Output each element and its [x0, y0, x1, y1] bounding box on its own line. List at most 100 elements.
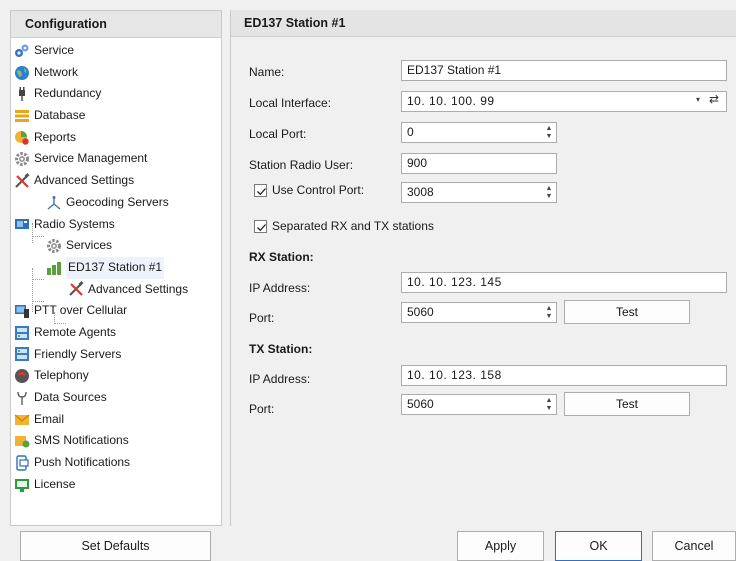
tree-item-redundancy[interactable]: Redundancy — [11, 83, 221, 105]
tx-port-value: 5060 — [407, 397, 434, 411]
tree-item-service[interactable]: Service — [11, 40, 221, 62]
rx-ip-field[interactable]: 10. 10. 123. 145 — [401, 272, 727, 293]
tree-item-network[interactable]: Network — [11, 62, 221, 84]
tree-item-label: Redundancy — [34, 86, 102, 101]
name-field[interactable]: ED137 Station #1 — [401, 60, 727, 81]
tree-item-services[interactable]: Services — [11, 235, 221, 257]
tree-item-label: Service — [34, 43, 75, 57]
tree-item-station-advanced-settings[interactable]: Advanced Settings — [11, 279, 221, 301]
rx-ip-label: IP Address: — [249, 281, 311, 295]
tree-item-label: Database — [34, 108, 86, 123]
email-icon — [14, 412, 30, 428]
tree-item-sms-notifications[interactable]: SMS Notifications — [11, 430, 221, 452]
tree-item-reports[interactable]: Reports — [11, 127, 221, 149]
remote-agents-icon — [14, 325, 30, 341]
telephony-icon — [14, 368, 30, 384]
station-radio-user-label: Station Radio User: — [249, 158, 354, 172]
tree-item-friendly-servers[interactable]: Friendly Servers — [11, 344, 221, 366]
chevron-down-icon[interactable]: ▾ — [696, 95, 700, 104]
tree-item-label: Services — [66, 238, 113, 253]
license-icon — [14, 477, 30, 493]
friendly-servers-icon — [14, 346, 30, 362]
tree-item-label: License — [34, 476, 76, 491]
station-radio-user-field[interactable]: 900 — [401, 153, 557, 174]
control-port-stepper[interactable]: 3008 ▲ ▼ — [401, 182, 557, 203]
spinner-icon[interactable]: ▲ ▼ — [544, 305, 554, 320]
tree-item-label: Geocoding Servers — [66, 194, 169, 209]
tree-item-label: Telephony — [34, 368, 89, 383]
use-control-port-checkbox[interactable] — [254, 184, 267, 197]
service-gears-icon — [14, 43, 30, 59]
station-header: ED137 Station #1 — [231, 10, 736, 37]
geocoding-servers-icon — [46, 195, 62, 211]
tx-port-label: Port: — [249, 402, 275, 416]
tree-item-label: Advanced Settings — [88, 281, 189, 296]
local-interface-label: Local Interface: — [249, 96, 332, 110]
advanced-settings-tools-icon — [14, 172, 30, 189]
tree-item-ed137-station[interactable]: ED137 Station #1 — [11, 256, 221, 279]
rx-test-button[interactable]: Test — [564, 300, 690, 324]
tree-item-label: Data Sources — [34, 390, 107, 404]
reports-icon — [14, 130, 30, 146]
tree-item-label: ED137 Station #1 — [66, 256, 165, 279]
configuration-panel: Configuration Service Network Redundancy — [10, 10, 222, 526]
tree-item-label: Reports — [34, 129, 77, 144]
radio-systems-icon — [14, 216, 30, 232]
tree-item-push-notifications[interactable]: Push Notifications — [11, 452, 221, 474]
tree-item-database[interactable]: Database — [11, 105, 221, 127]
tree-item-data-sources[interactable]: Data Sources — [11, 387, 221, 409]
local-port-stepper[interactable]: 0 ▲ ▼ — [401, 122, 557, 143]
local-interface-select[interactable]: 10. 10. 100. 99 — [401, 91, 727, 112]
tree-item-email[interactable]: Email — [11, 409, 221, 431]
configuration-tree: Service Network Redundancy Database Repo… — [11, 38, 221, 495]
configuration-header: Configuration — [11, 11, 221, 38]
tree-item-label: SMS Notifications — [34, 433, 129, 448]
tree-item-label: Email — [34, 411, 65, 426]
tree-item-remote-agents[interactable]: Remote Agents — [11, 322, 221, 344]
tree-item-service-management[interactable]: Service Management — [11, 148, 221, 170]
tree-item-label: Network — [34, 64, 79, 79]
spinner-icon[interactable]: ▲ ▼ — [544, 125, 554, 140]
rx-station-title: RX Station: — [249, 250, 314, 264]
checkmark-icon — [257, 224, 266, 232]
spinner-icon[interactable]: ▲ ▼ — [544, 185, 554, 200]
tx-test-button[interactable]: Test — [564, 392, 690, 416]
tree-item-radio-systems[interactable]: Radio Systems — [11, 214, 221, 236]
tree-item-label: Advanced Settings — [34, 173, 135, 188]
tree-item-label: Radio Systems — [34, 216, 115, 231]
tree-item-label: Friendly Servers — [34, 346, 122, 361]
tx-ip-label: IP Address: — [249, 372, 311, 386]
local-port-label: Local Port: — [249, 127, 307, 141]
control-port-value: 3008 — [407, 185, 434, 199]
rx-port-stepper[interactable]: 5060 ▲ ▼ — [401, 302, 557, 323]
name-label: Name: — [249, 65, 285, 79]
tree-item-label: Service Management — [34, 151, 148, 166]
tree-item-advanced-settings[interactable]: Advanced Settings — [11, 170, 221, 192]
use-control-port-label: Use Control Port: — [272, 183, 365, 197]
tree-item-label: PTT over Cellular — [34, 303, 128, 318]
push-notifications-icon — [14, 455, 30, 471]
separated-rx-tx-label: Separated RX and TX stations — [272, 219, 434, 233]
ptt-cellular-icon — [14, 303, 30, 319]
tree-item-geocoding-servers[interactable]: Geocoding Servers — [11, 192, 221, 214]
data-sources-icon — [14, 390, 30, 406]
tx-ip-field[interactable]: 10. 10. 123. 158 — [401, 365, 727, 386]
database-icon — [14, 108, 30, 124]
tree-item-ptt-over-cellular[interactable]: PTT over Cellular — [11, 300, 221, 322]
services-gear-icon — [46, 238, 62, 254]
spinner-icon[interactable]: ▲ ▼ — [544, 397, 554, 412]
separated-rx-tx-checkbox[interactable] — [254, 220, 267, 233]
network-globe-icon — [14, 65, 30, 81]
ed137-station-icon — [46, 260, 62, 276]
sms-notifications-icon — [14, 433, 30, 449]
tree-item-label: Push Notifications — [34, 455, 131, 470]
rx-port-value: 5060 — [407, 305, 434, 319]
station-advanced-settings-icon — [68, 281, 84, 297]
tx-port-stepper[interactable]: 5060 ▲ ▼ — [401, 394, 557, 415]
tx-station-title: TX Station: — [249, 342, 313, 356]
rx-port-label: Port: — [249, 311, 275, 325]
tree-item-telephony[interactable]: Telephony — [11, 365, 221, 387]
tree-item-license[interactable]: License — [11, 474, 221, 496]
refresh-icon[interactable]: ⇄ — [709, 92, 719, 106]
station-settings-panel: ED137 Station #1 — [230, 10, 736, 526]
